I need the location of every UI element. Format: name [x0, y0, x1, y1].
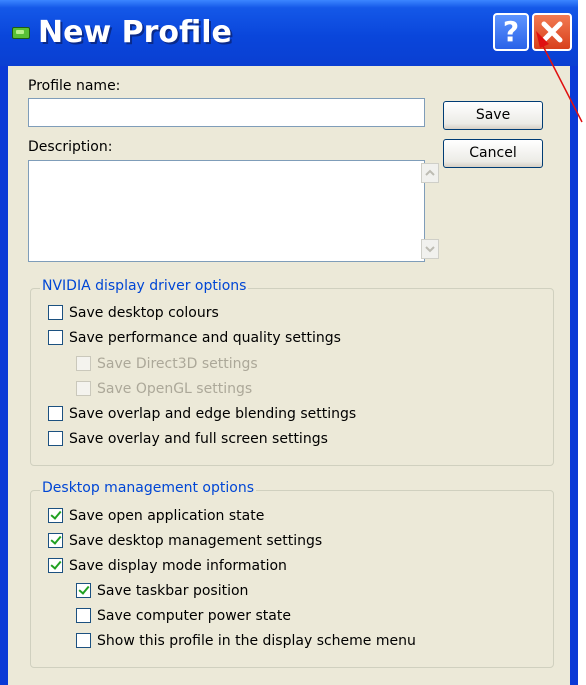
dialog-window: New Profile ? Profile name: Save Cancel … — [0, 0, 583, 685]
annotation-arrow-icon — [536, 31, 583, 123]
